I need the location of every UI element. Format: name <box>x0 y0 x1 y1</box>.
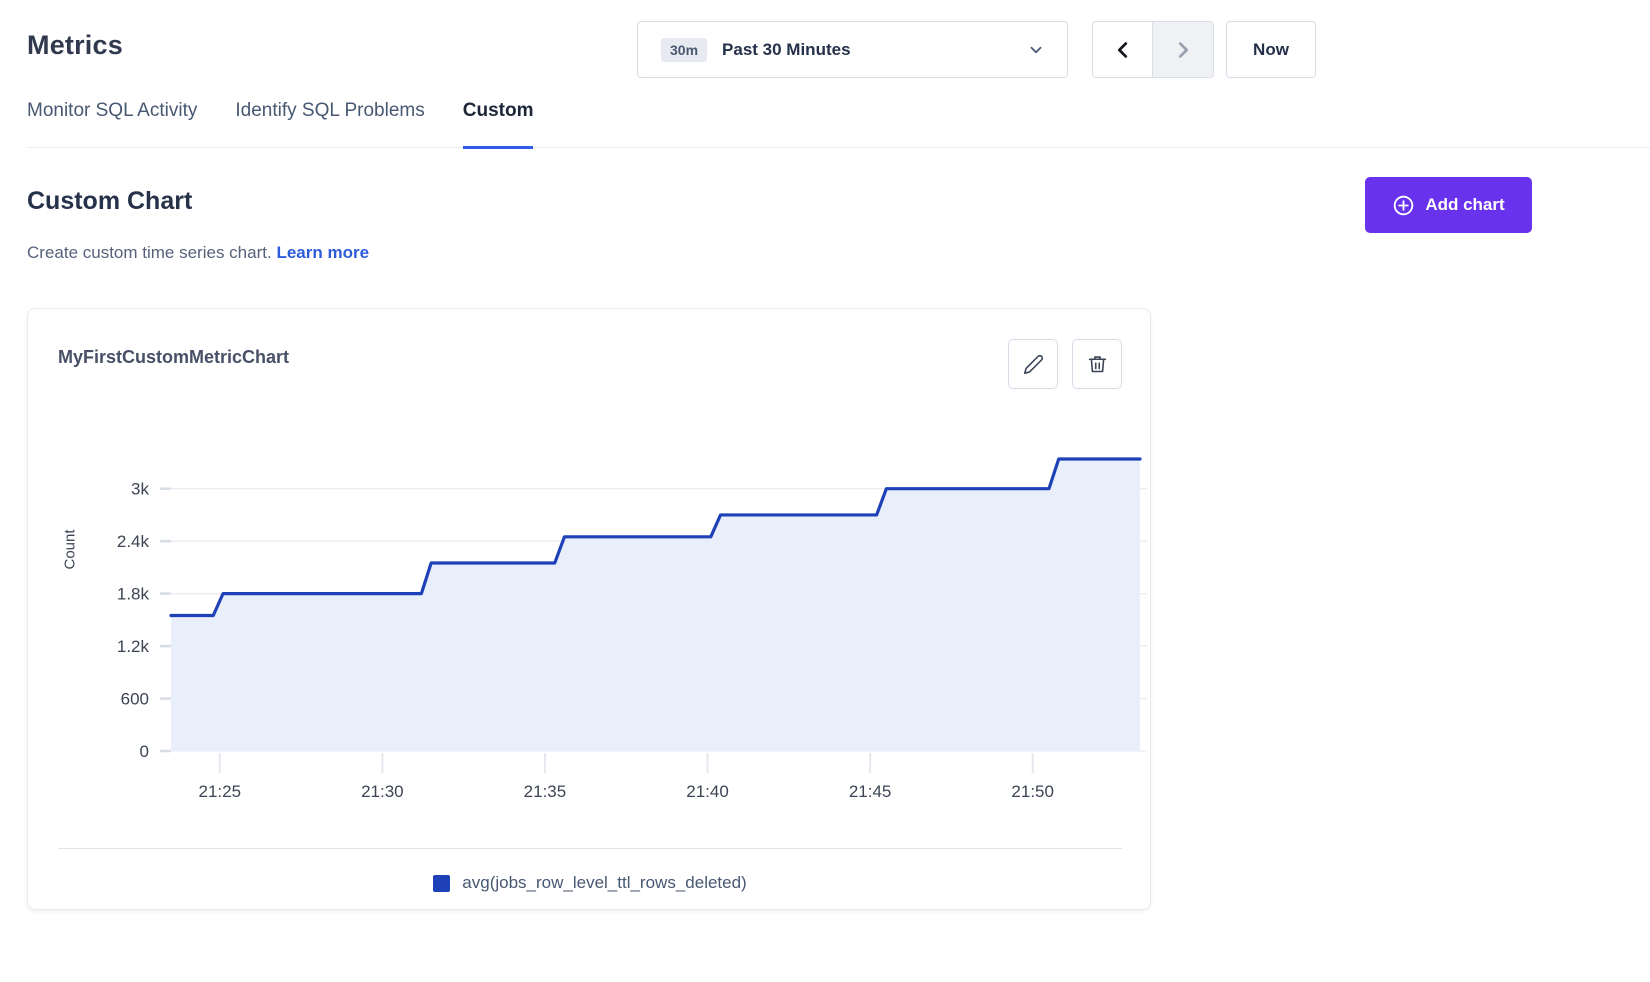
chevron-right-icon <box>1172 39 1194 61</box>
now-button[interactable]: Now <box>1226 21 1316 78</box>
chevron-down-icon <box>1027 41 1045 59</box>
tab-custom[interactable]: Custom <box>463 100 534 147</box>
section-title: Custom Chart <box>27 187 192 216</box>
page-title: Metrics <box>27 30 123 61</box>
section-subtitle: Create custom time series chart. Learn m… <box>27 243 369 263</box>
svg-text:1.2k: 1.2k <box>117 637 150 656</box>
svg-text:1.8k: 1.8k <box>117 585 150 604</box>
svg-text:0: 0 <box>140 742 149 761</box>
legend-swatch <box>433 875 450 892</box>
time-step-group <box>1092 21 1214 78</box>
svg-text:21:45: 21:45 <box>849 782 892 801</box>
custom-chart-plot[interactable]: 0 600 1.2k 1.8k 2.4k 3k 21:25 21:30 21:35 21:40 21… <box>28 309 1152 829</box>
section-subtitle-text: Create custom time series chart. <box>27 243 272 262</box>
svg-text:21:25: 21:25 <box>199 782 242 801</box>
svg-text:21:35: 21:35 <box>524 782 567 801</box>
next-interval-button[interactable] <box>1153 22 1213 77</box>
chart-legend: avg(jobs_row_level_ttl_rows_deleted) <box>28 873 1152 893</box>
chevron-left-icon <box>1112 39 1134 61</box>
time-range-dropdown[interactable]: 30m Past 30 Minutes <box>637 21 1068 78</box>
learn-more-link[interactable]: Learn more <box>276 243 369 262</box>
add-chart-label: Add chart <box>1425 195 1504 215</box>
metrics-tabs: Monitor SQL Activity Identify SQL Proble… <box>27 100 1650 148</box>
prev-interval-button[interactable] <box>1093 22 1153 77</box>
svg-text:21:30: 21:30 <box>361 782 404 801</box>
svg-text:3k: 3k <box>131 480 149 499</box>
card-divider <box>58 848 1122 849</box>
tab-monitor-sql-activity[interactable]: Monitor SQL Activity <box>27 100 197 147</box>
svg-text:21:40: 21:40 <box>686 782 729 801</box>
custom-chart-card: MyFirstCustomMetricChart Count 06001.2k1… <box>27 308 1151 910</box>
svg-text:21:50: 21:50 <box>1011 782 1054 801</box>
tab-identify-sql-problems[interactable]: Identify SQL Problems <box>235 100 424 147</box>
add-chart-button[interactable]: Add chart <box>1365 177 1532 233</box>
svg-text:2.4k: 2.4k <box>117 532 150 551</box>
time-range-label: Past 30 Minutes <box>722 40 851 60</box>
legend-label: avg(jobs_row_level_ttl_rows_deleted) <box>462 873 746 893</box>
plus-circle-icon <box>1392 194 1415 217</box>
svg-text:600: 600 <box>121 690 149 709</box>
time-range-badge: 30m <box>661 38 707 62</box>
